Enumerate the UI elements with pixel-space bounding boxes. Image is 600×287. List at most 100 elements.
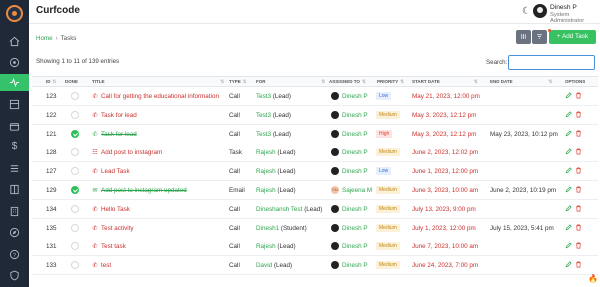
task-for-link[interactable]: Rajesh <box>256 149 276 156</box>
delete-icon[interactable] <box>575 167 582 176</box>
task-title-cell[interactable]: ✆ Test activity <box>92 225 134 232</box>
task-title[interactable]: Add post to instagram updated <box>101 187 187 194</box>
done-checkbox[interactable] <box>71 167 79 176</box>
task-for-link[interactable]: Dinesh1 <box>256 225 279 232</box>
delete-icon[interactable] <box>575 242 582 251</box>
help-icon[interactable]: ? <box>0 246 29 263</box>
task-for-link[interactable]: David <box>256 262 272 269</box>
delete-icon[interactable] <box>575 205 582 214</box>
task-title[interactable]: Hello Task <box>101 206 130 213</box>
task-for-link[interactable]: Rajesh <box>256 168 276 175</box>
activity-icon[interactable] <box>0 74 29 91</box>
logo-icon[interactable] <box>6 5 23 22</box>
column-header-title[interactable]: TITLE ⇅ <box>92 79 224 85</box>
task-title[interactable]: Task for lead <box>101 131 137 138</box>
done-checkbox[interactable] <box>71 186 79 194</box>
dark-mode-toggle-icon[interactable]: ☾ <box>522 6 531 17</box>
edit-icon[interactable] <box>565 261 572 270</box>
edit-icon[interactable] <box>565 92 572 101</box>
delete-icon[interactable] <box>575 130 582 139</box>
column-header-assigned-to[interactable]: ASSIGNED TO ⇅ <box>329 79 366 85</box>
task-title[interactable]: Test activity <box>101 225 134 232</box>
assignee-name[interactable]: Dinesh P <box>342 206 368 213</box>
delete-icon[interactable] <box>575 111 582 120</box>
filter-button[interactable] <box>532 30 547 44</box>
edit-icon[interactable] <box>565 186 572 195</box>
task-title-cell[interactable]: ✆ Hello Task <box>92 206 130 213</box>
task-title[interactable]: test <box>101 262 111 269</box>
task-for-link[interactable]: Test3 <box>256 93 271 100</box>
done-checkbox[interactable] <box>71 223 79 232</box>
edit-icon[interactable] <box>565 205 572 214</box>
column-header-end-date[interactable]: END DATE ⇅ <box>490 79 552 85</box>
table-row[interactable]: 122 ✆ Task for lead Call Test3 (Lead) Dinesh … <box>32 105 598 125</box>
table-row[interactable]: 127 ✆ Lead Task Call Rajesh (Lead) Dinesh P Lo… <box>32 162 598 182</box>
table-row[interactable]: 128 ☷ Add post to instagram Task Rajesh (Lea… <box>32 143 598 163</box>
edit-icon[interactable] <box>565 111 572 120</box>
table-row[interactable]: 123 ✆ Call for getting the educational inf… <box>32 87 598 106</box>
task-title-cell[interactable]: ☷ Add post to instagram <box>92 149 162 156</box>
done-checkbox[interactable] <box>71 261 79 270</box>
assignee-name[interactable]: Dinesh P <box>342 243 368 250</box>
wallet-icon[interactable] <box>0 118 29 135</box>
task-title-cell[interactable]: ✆ Test task <box>92 243 126 250</box>
task-title-cell[interactable]: ✆ test <box>92 262 111 269</box>
task-title[interactable]: Call for getting the educational informa… <box>101 93 219 100</box>
table-row[interactable]: 133 ✆ test Call David (Lead) Dinesh P Medium Ju… <box>32 256 598 276</box>
done-checkbox[interactable] <box>71 110 79 119</box>
task-for-link[interactable]: Dineshansh Test <box>256 206 302 213</box>
dollar-icon[interactable]: $ <box>0 138 29 155</box>
assignee-name[interactable]: Dinesh P <box>342 262 368 269</box>
task-title[interactable]: Add post to instagram <box>101 149 162 156</box>
assignee-name[interactable]: Dinesh P <box>342 168 368 175</box>
edit-icon[interactable] <box>565 242 572 251</box>
compass-icon[interactable] <box>0 224 29 241</box>
table-row[interactable]: 135 ✆ Test activity Call Dinesh1 (Student) Di… <box>32 218 598 238</box>
task-for-link[interactable]: Rajesh <box>256 243 276 250</box>
list-icon[interactable] <box>0 160 29 177</box>
assignee-name[interactable]: Dinesh P <box>342 131 368 138</box>
building-icon[interactable] <box>0 203 29 220</box>
done-checkbox[interactable] <box>71 148 79 157</box>
task-title-cell[interactable]: ✆ Call for getting the educational inform… <box>92 93 219 100</box>
home-icon[interactable] <box>0 33 29 50</box>
task-title-cell[interactable]: ✆ Task for lead <box>92 131 137 138</box>
column-view-button[interactable] <box>516 30 531 44</box>
task-title[interactable]: Lead Task <box>101 168 130 175</box>
assignee-name[interactable]: Dinesh P <box>342 93 368 100</box>
book-icon[interactable] <box>0 181 29 198</box>
add-task-button[interactable]: + Add Task <box>548 29 596 44</box>
assignee-name[interactable]: Dinesh P <box>342 112 368 119</box>
edit-icon[interactable] <box>565 148 572 157</box>
delete-icon[interactable] <box>575 261 582 270</box>
delete-icon[interactable] <box>575 148 582 157</box>
table-row[interactable]: 129 ✉ Add post to instagram updated Email Ra… <box>32 181 598 200</box>
done-checkbox[interactable] <box>71 92 79 100</box>
column-header-for[interactable]: FOR ⇅ <box>256 79 325 85</box>
edit-icon[interactable] <box>565 223 572 233</box>
task-title-cell[interactable]: ✆ Task for lead <box>92 112 137 119</box>
task-title[interactable]: Test task <box>101 243 126 250</box>
task-for-link[interactable]: Test3 <box>256 112 271 119</box>
delete-icon[interactable] <box>575 186 582 195</box>
task-for-link[interactable]: Rajesh <box>256 187 276 194</box>
done-checkbox[interactable] <box>71 242 79 251</box>
column-header-done[interactable]: DONE <box>65 79 78 84</box>
assignee-name[interactable]: Dinesh P <box>342 149 368 156</box>
search-input[interactable] <box>508 55 595 70</box>
breadcrumb-home-link[interactable]: Home <box>36 35 53 42</box>
assignee-name[interactable]: Dinesh P <box>342 225 368 232</box>
edit-icon[interactable] <box>565 129 572 139</box>
done-checkbox[interactable] <box>71 204 79 213</box>
column-header-id[interactable]: ID ⇅ <box>46 79 56 85</box>
task-title[interactable]: Task for lead <box>101 112 137 119</box>
done-checkbox[interactable] <box>71 129 79 138</box>
avatar[interactable] <box>533 4 547 18</box>
target-icon[interactable] <box>0 54 29 71</box>
assignee-name[interactable]: Sajeena M <box>342 187 372 194</box>
table-row[interactable]: 131 ✆ Test task Call Rajesh (Lead) Dinesh P Me… <box>32 237 598 257</box>
edit-icon[interactable] <box>565 167 572 176</box>
task-title-cell[interactable]: ✆ Lead Task <box>92 168 130 175</box>
column-header-type[interactable]: TYPE ⇅ <box>229 79 247 85</box>
table-row[interactable]: 134 ✆ Hello Task Call Dineshansh Test (Lead)… <box>32 199 598 219</box>
